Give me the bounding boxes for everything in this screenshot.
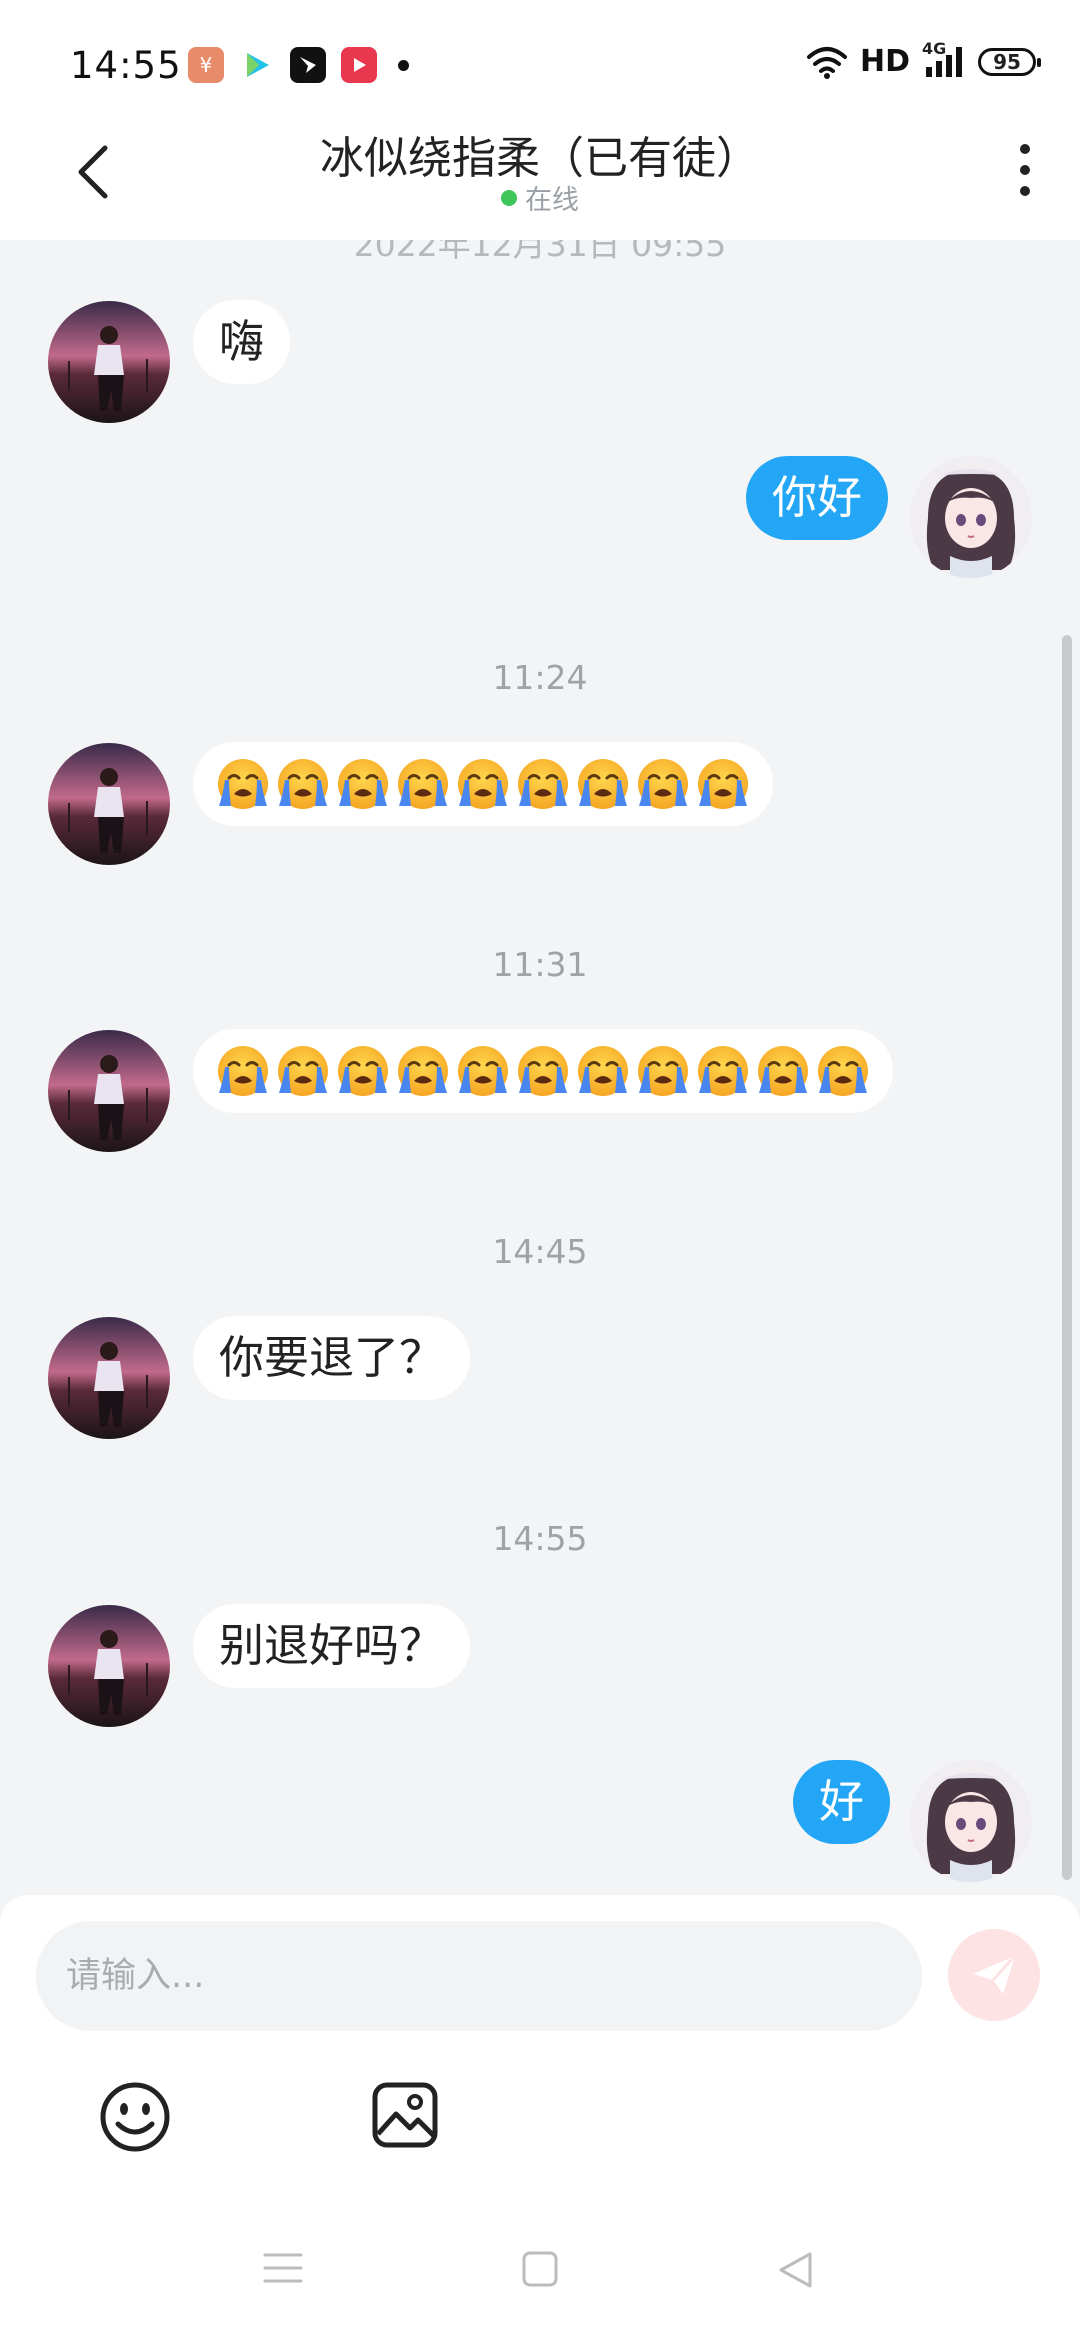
my-avatar[interactable] (910, 456, 1032, 578)
crying-face-icon (455, 1043, 511, 1099)
menu-icon[interactable] (262, 2250, 304, 2286)
back-triangle-icon[interactable] (776, 2250, 814, 2290)
system-nav-bar (0, 2230, 1080, 2340)
timestamp: 14:55 (492, 1519, 588, 1558)
contact-avatar[interactable] (48, 1605, 170, 1727)
crying-face-icon (575, 756, 631, 812)
incoming-message[interactable]: 别退好吗？ (193, 1604, 471, 1688)
crying-face-icon (755, 1043, 811, 1099)
hd-label: HD (859, 44, 910, 79)
contact-avatar[interactable] (48, 301, 170, 423)
my-avatar[interactable] (910, 1760, 1032, 1882)
timestamp-partial: 2022年12月31日 09:55 (353, 240, 727, 264)
status-indicators: HD 4G 95 (806, 39, 1041, 79)
wifi-icon (806, 46, 847, 79)
chat-header: 冰似绕指柔（已有徒） 在线 (0, 132, 1080, 240)
home-icon[interactable] (521, 2250, 559, 2288)
outgoing-message[interactable]: 好 (793, 1760, 891, 1844)
incoming-message[interactable]: 嗨 (193, 300, 291, 384)
timestamp: 14:45 (492, 1232, 588, 1271)
signal-icon: 4G (922, 39, 966, 79)
crying-face-icon (275, 756, 331, 812)
notification-dot-icon (398, 59, 409, 71)
online-dot-icon (501, 189, 517, 206)
online-status: 在线 (0, 178, 1080, 217)
smiley-icon (100, 2082, 170, 2152)
outgoing-message[interactable]: 你好 (746, 456, 889, 540)
more-options-button[interactable] (1010, 140, 1040, 200)
message-list[interactable]: 2022年12月31日 09:55 嗨 你好 11:24 11:31 14:45… (0, 240, 1080, 1895)
battery-indicator: 95 (978, 47, 1041, 76)
chat-title: 冰似绕指柔（已有徒） (320, 133, 760, 184)
crying-face-icon (215, 756, 271, 812)
image-button[interactable] (370, 2080, 440, 2150)
battery-level: 95 (993, 49, 1021, 74)
status-bar: 14:55 ¥ HD 4G 95 (0, 0, 1080, 132)
crying-face-icon (635, 1043, 691, 1099)
incoming-message[interactable]: 你要退了？ (193, 1316, 471, 1400)
crying-face-icon (695, 1043, 751, 1099)
crying-face-icon (815, 1043, 871, 1099)
crying-face-icon (395, 1043, 451, 1099)
status-time: 14:55 (70, 44, 182, 87)
incoming-emoji-message[interactable] (193, 1029, 893, 1113)
contact-avatar[interactable] (48, 743, 170, 865)
video-app-icon (341, 47, 377, 83)
yen-app-icon: ¥ (188, 47, 224, 83)
message-input[interactable]: 请输入... (36, 1921, 922, 2031)
messenger-app-icon (290, 47, 326, 83)
scrollbar[interactable] (1062, 635, 1072, 1880)
paper-plane-icon (973, 1954, 1017, 1994)
contact-avatar[interactable] (48, 1317, 170, 1439)
crying-face-icon (455, 756, 511, 812)
crying-face-icon (695, 756, 751, 812)
crying-face-icon (635, 756, 691, 812)
timestamp: 11:24 (492, 658, 588, 697)
crying-face-icon (215, 1043, 271, 1099)
crying-face-icon (575, 1043, 631, 1099)
emoji-button[interactable] (98, 2080, 172, 2154)
video-play-app-icon (239, 47, 275, 83)
online-status-text: 在线 (525, 185, 579, 216)
send-button[interactable] (948, 1929, 1040, 2021)
incoming-emoji-message[interactable] (193, 742, 773, 826)
crying-face-icon (515, 1043, 571, 1099)
signal-label: 4G (922, 38, 947, 58)
contact-avatar[interactable] (48, 1030, 170, 1152)
crying-face-icon (395, 756, 451, 812)
crying-face-icon (335, 1043, 391, 1099)
image-icon (372, 2082, 438, 2148)
status-app-icons: ¥ (188, 47, 409, 83)
crying-face-icon (335, 756, 391, 812)
crying-face-icon (515, 756, 571, 812)
timestamp: 11:31 (492, 945, 588, 984)
crying-face-icon (275, 1043, 331, 1099)
